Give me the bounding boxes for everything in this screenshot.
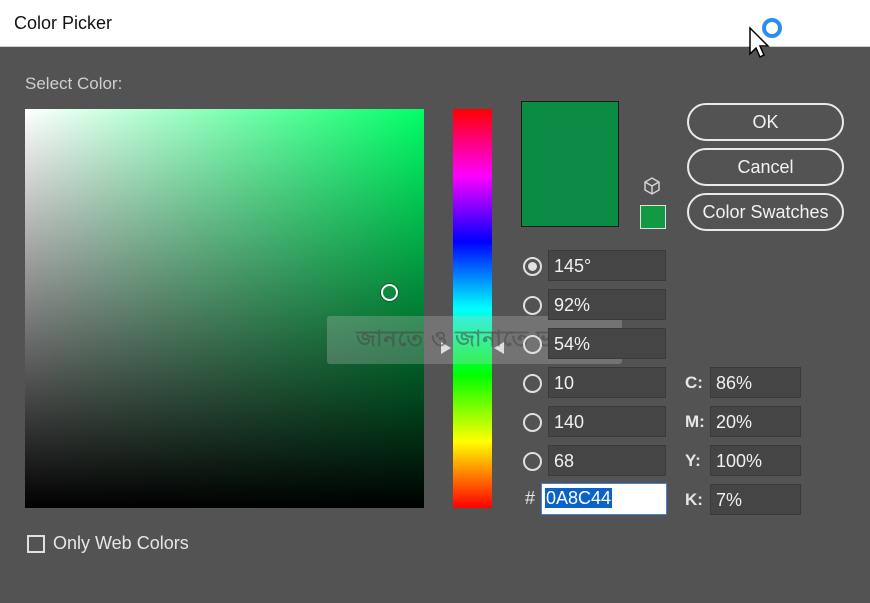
ok-button[interactable]: OK — [687, 103, 844, 141]
cube-icon[interactable] — [642, 176, 662, 196]
hue-slider[interactable] — [453, 109, 492, 508]
websafe-color-swatch[interactable] — [640, 205, 666, 229]
title-bar: Color Picker — [0, 0, 870, 58]
cyan-label: C: — [685, 373, 703, 392]
color-field-marker[interactable] — [381, 284, 398, 301]
hex-input[interactable]: 0A8C44 — [541, 483, 667, 515]
only-web-colors-option[interactable]: Only Web Colors — [27, 533, 189, 554]
red-field[interactable]: 10 — [548, 367, 666, 398]
magenta-label: M: — [685, 412, 705, 431]
black-field[interactable]: 7% — [710, 484, 801, 515]
green-radio[interactable] — [523, 412, 542, 432]
color-swatches-button[interactable]: Color Swatches — [687, 193, 844, 231]
black-label: K: — [685, 490, 703, 509]
color-field[interactable] — [25, 109, 424, 508]
yellow-label: Y: — [685, 451, 701, 470]
hue-radio[interactable] — [523, 256, 542, 276]
magenta-field[interactable]: 20% — [710, 406, 801, 437]
window-title: Color Picker — [14, 13, 113, 33]
brightness-field[interactable]: 54% — [548, 328, 666, 359]
green-field[interactable]: 140 — [548, 406, 666, 437]
cyan-field[interactable]: 86% — [710, 367, 801, 398]
blue-radio[interactable] — [523, 451, 542, 471]
hex-prefix: # — [525, 488, 536, 508]
yellow-field[interactable]: 100% — [710, 445, 801, 476]
hex-value: 0A8C44 — [545, 488, 613, 508]
hue-field[interactable]: 145° — [548, 250, 666, 281]
only-web-colors-label: Only Web Colors — [53, 533, 189, 553]
cancel-button[interactable]: Cancel — [687, 148, 844, 186]
red-radio[interactable] — [523, 373, 542, 393]
select-color-label: Select Color: — [25, 74, 123, 93]
saturation-field[interactable]: 92% — [548, 289, 666, 320]
brightness-radio[interactable] — [523, 334, 542, 354]
blue-field[interactable]: 68 — [548, 445, 666, 476]
new-color-preview — [521, 101, 619, 227]
busy-cursor-icon — [749, 18, 782, 58]
only-web-colors-checkbox[interactable] — [27, 534, 45, 553]
saturation-radio[interactable] — [523, 295, 542, 315]
